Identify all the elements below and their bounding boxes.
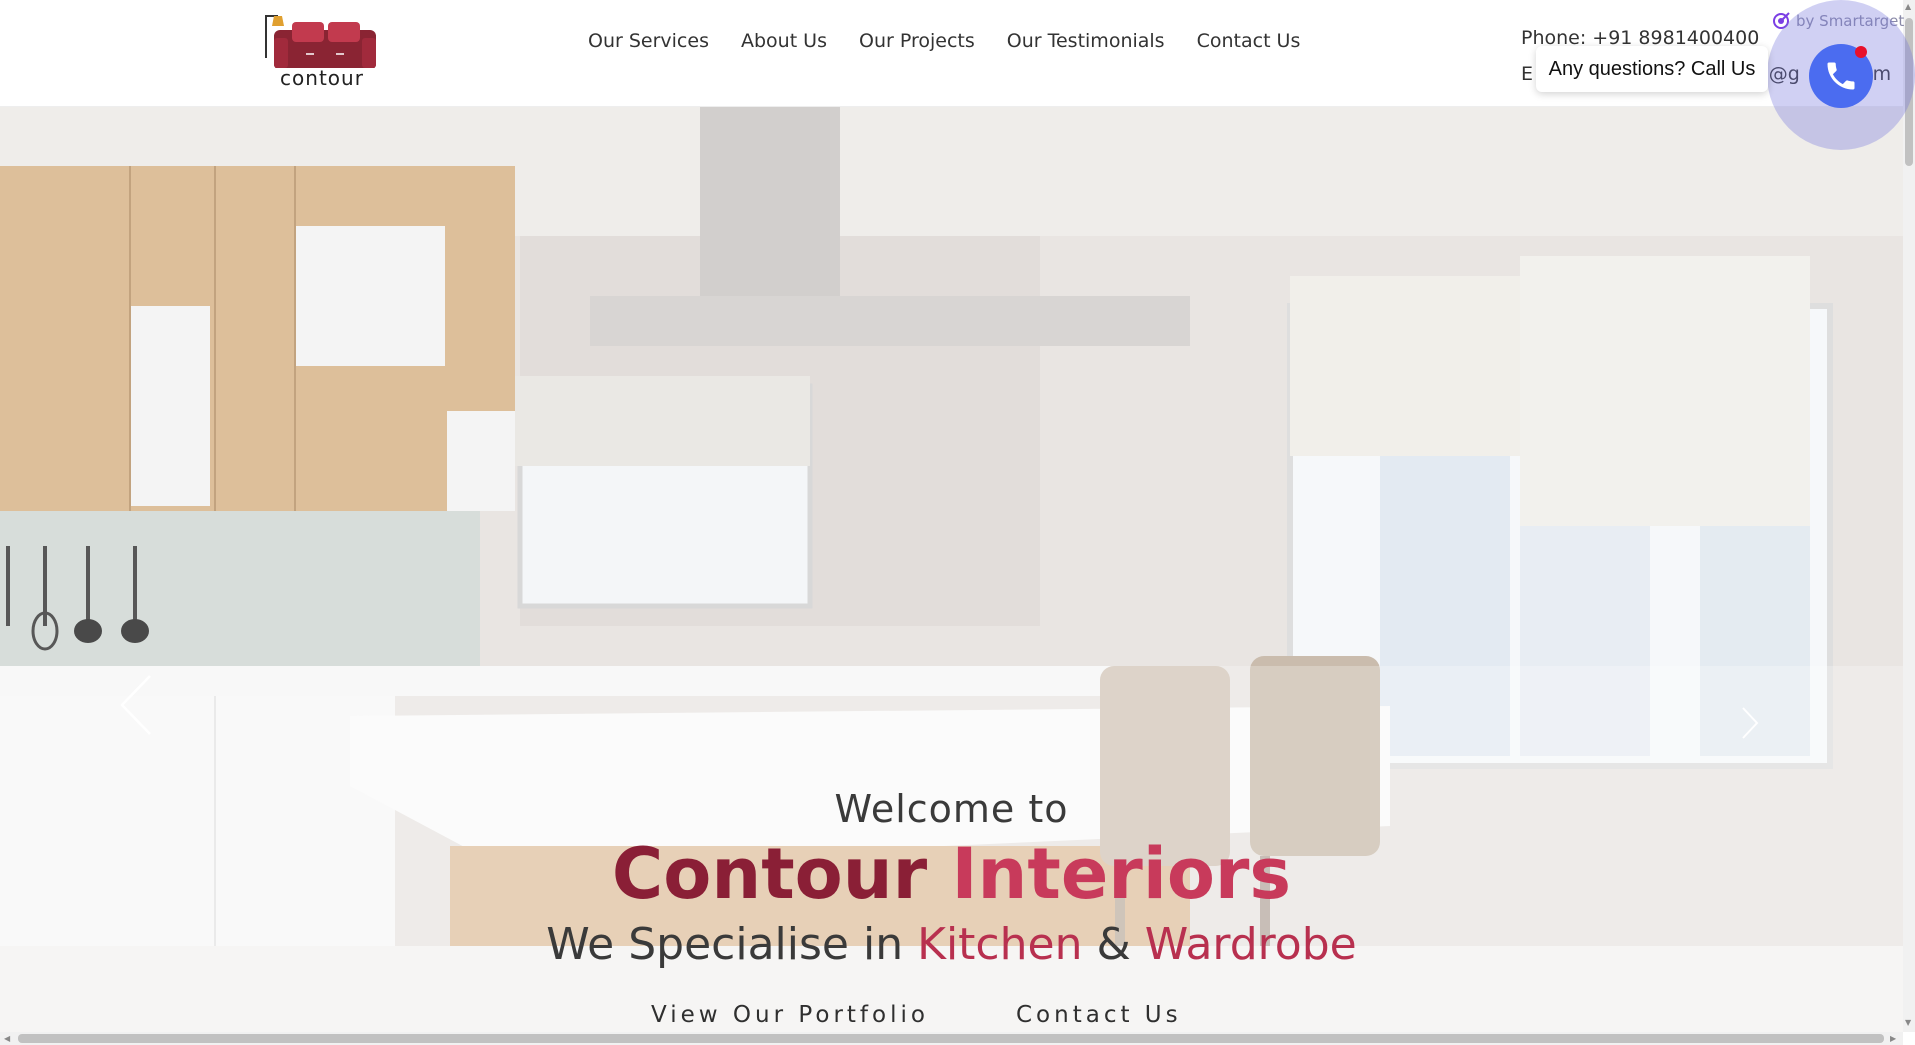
- chevron-left-icon: [120, 675, 151, 735]
- specialise-kitchen: Kitchen: [917, 919, 1083, 970]
- tooltip-text: Any questions? Call Us: [1548, 57, 1756, 80]
- hero-slider: Welcome to Contour Interiors We Speciali…: [0, 106, 1903, 1032]
- vertical-scrollbar[interactable]: ▲ ▼: [1903, 0, 1915, 1032]
- specialise-line: We Specialise in Kitchen & Wardrobe: [0, 916, 1903, 974]
- brand-title: Contour Interiors: [0, 832, 1903, 916]
- notification-dot: [1855, 46, 1867, 58]
- horizontal-scrollbar[interactable]: ◀ ▶: [0, 1032, 1903, 1045]
- scroll-up-arrow[interactable]: ▲: [1905, 2, 1911, 11]
- brand-contour: Contour: [611, 833, 928, 915]
- sofa-lamp-logo-icon: [265, 15, 376, 70]
- scroll-down-arrow[interactable]: ▼: [1905, 1018, 1911, 1027]
- contour-logo[interactable]: contour: [262, 8, 382, 96]
- specialise-wardrobe: Wardrobe: [1144, 919, 1357, 970]
- call-us-tooltip[interactable]: Any questions? Call Us: [1536, 46, 1768, 92]
- nav-contact-us[interactable]: Contact Us: [1197, 30, 1301, 52]
- slider-next-arrow[interactable]: [1740, 706, 1760, 744]
- chevron-right-icon: [1742, 707, 1759, 739]
- specialise-prefix: We Specialise in: [546, 919, 904, 970]
- brand-interiors: Interiors: [951, 833, 1292, 915]
- slider-prev-arrow[interactable]: [118, 674, 154, 740]
- scroll-left-arrow[interactable]: ◀: [4, 1034, 10, 1043]
- nav-our-testimonials[interactable]: Our Testimonials: [1007, 30, 1165, 52]
- nav-our-services[interactable]: Our Services: [588, 30, 709, 52]
- horizontal-scroll-thumb[interactable]: [18, 1034, 1884, 1043]
- hero-contact-button[interactable]: Contact Us: [1016, 1002, 1182, 1028]
- specialise-and: &: [1096, 919, 1131, 970]
- welcome-text: Welcome to: [834, 787, 1069, 831]
- phone-icon: [1827, 62, 1855, 90]
- logo-text: contour: [280, 66, 364, 90]
- email-prefix: E: [1521, 63, 1534, 85]
- view-portfolio-button[interactable]: View Our Portfolio: [651, 1002, 929, 1028]
- nav-about-us[interactable]: About Us: [741, 30, 827, 52]
- nav-our-projects[interactable]: Our Projects: [859, 30, 975, 52]
- hero-headline: Welcome to Contour Interiors We Speciali…: [0, 786, 1903, 974]
- scroll-right-arrow[interactable]: ▶: [1890, 1034, 1896, 1043]
- main-nav: Our Services About Us Our Projects Our T…: [588, 30, 1300, 52]
